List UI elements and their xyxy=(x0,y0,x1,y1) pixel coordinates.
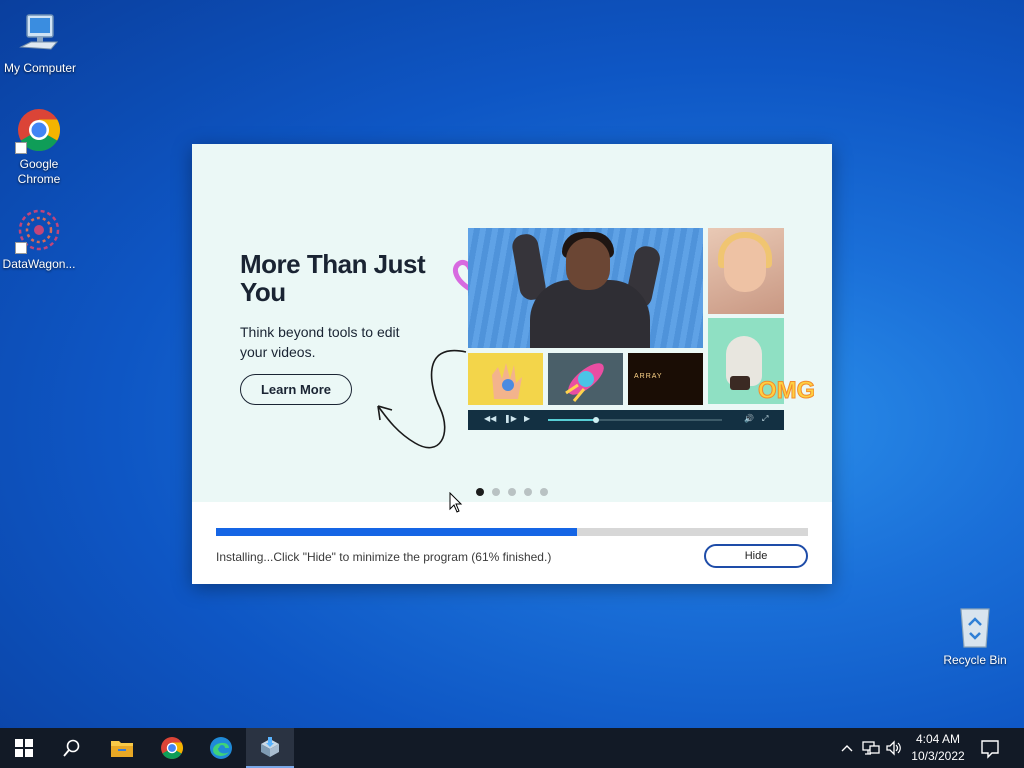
search-button[interactable] xyxy=(48,728,96,768)
clock-time: 4:04 AM xyxy=(915,732,961,746)
desktop-icon-recycle-bin[interactable]: Recycle Bin xyxy=(936,602,1014,668)
carousel-dots xyxy=(476,488,548,496)
omg-sticker-icon: OMG! xyxy=(758,377,815,405)
desktop-icon-google-chrome[interactable]: Google Chrome xyxy=(0,106,78,187)
taskbar-chrome[interactable] xyxy=(148,728,196,768)
svg-text:OMG!: OMG! xyxy=(758,377,814,404)
clock-date: 10/3/2022 xyxy=(911,749,965,763)
sparkle-art-thumbnail: ARRAY xyxy=(628,353,703,405)
chrome-icon xyxy=(15,106,63,154)
edge-icon xyxy=(210,737,232,759)
install-progress-fill xyxy=(216,528,578,536)
play-icon[interactable]: ▶ xyxy=(524,414,530,423)
taskbar-file-explorer[interactable] xyxy=(98,728,146,768)
rewind-icon[interactable]: ◀◀ xyxy=(484,414,496,423)
desktop-icon-label: My Computer xyxy=(3,61,77,75)
video-player-controls: ◀◀ ❚▶ ▶ 🔊 ⤢ xyxy=(468,410,784,430)
dancing-person-thumbnail xyxy=(468,228,703,348)
mouse-cursor-icon xyxy=(449,492,463,513)
fullscreen-icon[interactable]: ⤢ xyxy=(762,414,768,424)
installer-app-icon xyxy=(261,737,279,757)
carousel-dot[interactable] xyxy=(508,488,516,496)
tray-overflow-chevron-up-icon[interactable] xyxy=(838,738,856,758)
desktop-icon-datawagon[interactable]: DataWagon... xyxy=(0,206,78,272)
start-button[interactable] xyxy=(0,728,48,768)
search-icon xyxy=(63,739,80,757)
rocket-thumbnail xyxy=(548,353,623,405)
install-status-text: Installing...Click "Hide" to minimize th… xyxy=(216,550,552,564)
desktop-icon-label: Recycle Bin xyxy=(943,653,1007,667)
promo-slide: More Than Just You Think beyond tools to… xyxy=(192,144,832,502)
seek-bar[interactable] xyxy=(548,417,722,423)
desktop-icon-my-computer[interactable]: My Computer xyxy=(1,10,79,76)
taskbar-clock[interactable]: 4:04 AM 10/3/2022 xyxy=(908,731,968,765)
network-icon[interactable] xyxy=(861,738,881,758)
video-collage: ARRAY ◀◀ ❚▶ ▶ 🔊 ⤢ xyxy=(468,228,798,434)
start-icon xyxy=(15,739,33,757)
carousel-dot[interactable] xyxy=(492,488,500,496)
desktop-icon-label: Google Chrome xyxy=(17,157,61,186)
arrow-doodle-icon xyxy=(377,349,467,449)
carousel-dot[interactable] xyxy=(476,488,484,496)
carousel-dot[interactable] xyxy=(524,488,532,496)
desktop: My Computer Google Chrome DataWagon... R… xyxy=(0,0,1024,728)
art-text: ARRAY xyxy=(634,373,663,380)
slide-headline: More Than Just You xyxy=(240,249,426,307)
shortcut-arrow-icon xyxy=(15,242,27,254)
learn-more-button[interactable]: Learn More xyxy=(240,374,352,405)
volume-icon[interactable]: 🔊 xyxy=(744,414,754,423)
taskbar-installer-app[interactable] xyxy=(246,728,294,768)
recycle-bin-icon xyxy=(951,602,999,650)
file-explorer-icon xyxy=(111,741,133,757)
carousel-dot[interactable] xyxy=(540,488,548,496)
notification-center-button[interactable] xyxy=(978,736,1002,765)
notification-icon xyxy=(981,740,999,759)
volume-icon[interactable] xyxy=(884,738,904,758)
chrome-icon xyxy=(161,737,183,759)
shortcut-arrow-icon xyxy=(15,142,27,154)
hide-button[interactable]: Hide xyxy=(704,544,808,568)
installer-window: More Than Just You Think beyond tools to… xyxy=(192,144,832,584)
install-progress-bar xyxy=(216,528,808,536)
taskbar: 4:04 AM 10/3/2022 xyxy=(0,728,1024,768)
datawagon-icon xyxy=(15,206,63,254)
taskbar-edge[interactable] xyxy=(197,728,245,768)
desktop-icon-label: DataWagon... xyxy=(2,257,76,271)
step-icon[interactable]: ❚▶ xyxy=(504,414,517,423)
face-paint-thumbnail xyxy=(708,228,784,314)
hand-thumbnail xyxy=(468,353,543,405)
computer-icon xyxy=(16,10,64,58)
